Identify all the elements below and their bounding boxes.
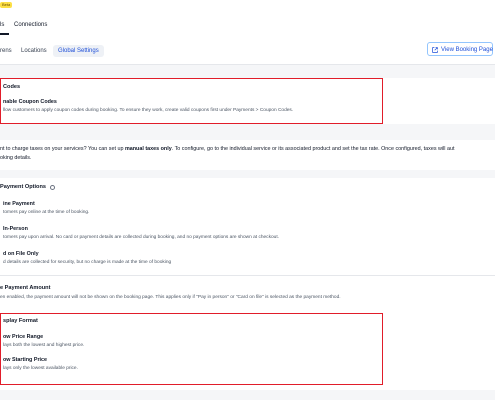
active-tab-underline [0,33,9,35]
payment-option-label[interactable]: d on File Only [3,251,39,258]
tax-info-line2: oking details. [0,155,32,161]
top-bar: Beta ls Connections [0,0,495,37]
payment-option-label[interactable]: In-Person [3,226,28,233]
payment-option-desc: tomers pay upon arrival. No card or paym… [3,235,279,240]
payment-options-title: Payment Options [0,184,47,190]
payment-option-label[interactable]: ine Payment [3,201,35,208]
payment-option-desc: d details are collected for security, bu… [3,260,172,265]
tab-first[interactable]: rens [0,45,12,57]
coupon-highlight-box [0,78,383,124]
manual-taxes-emphasis: manual taxes only [124,146,172,152]
display-format-highlight-box [0,313,383,385]
view-booking-page-label: View Booking Page [441,47,493,53]
tab-active[interactable]: ls [0,21,4,29]
hide-payment-amount-desc: en enabled, the payment amount will not … [0,295,341,300]
payment-option-desc: tomers pay online at the time of booking… [3,210,90,215]
tax-info-line1: nt to charge taxes on your services? You… [0,146,455,152]
tax-info-panel: nt to charge taxes on your services? You… [0,140,495,170]
tab-connections[interactable]: Connections [14,21,47,29]
info-icon[interactable] [50,185,55,190]
tab-locations[interactable]: Locations [21,45,47,57]
settings-subnav: rens Locations Global Settings [0,36,495,65]
hide-payment-amount-toggle[interactable]: e Payment Amount [0,285,50,292]
beta-badge: Beta [0,2,13,8]
view-booking-page-button[interactable]: View Booking Page [427,42,493,56]
tab-global-settings[interactable]: Global Settings [53,45,104,57]
external-link-icon [432,47,438,53]
section-divider [0,275,495,276]
